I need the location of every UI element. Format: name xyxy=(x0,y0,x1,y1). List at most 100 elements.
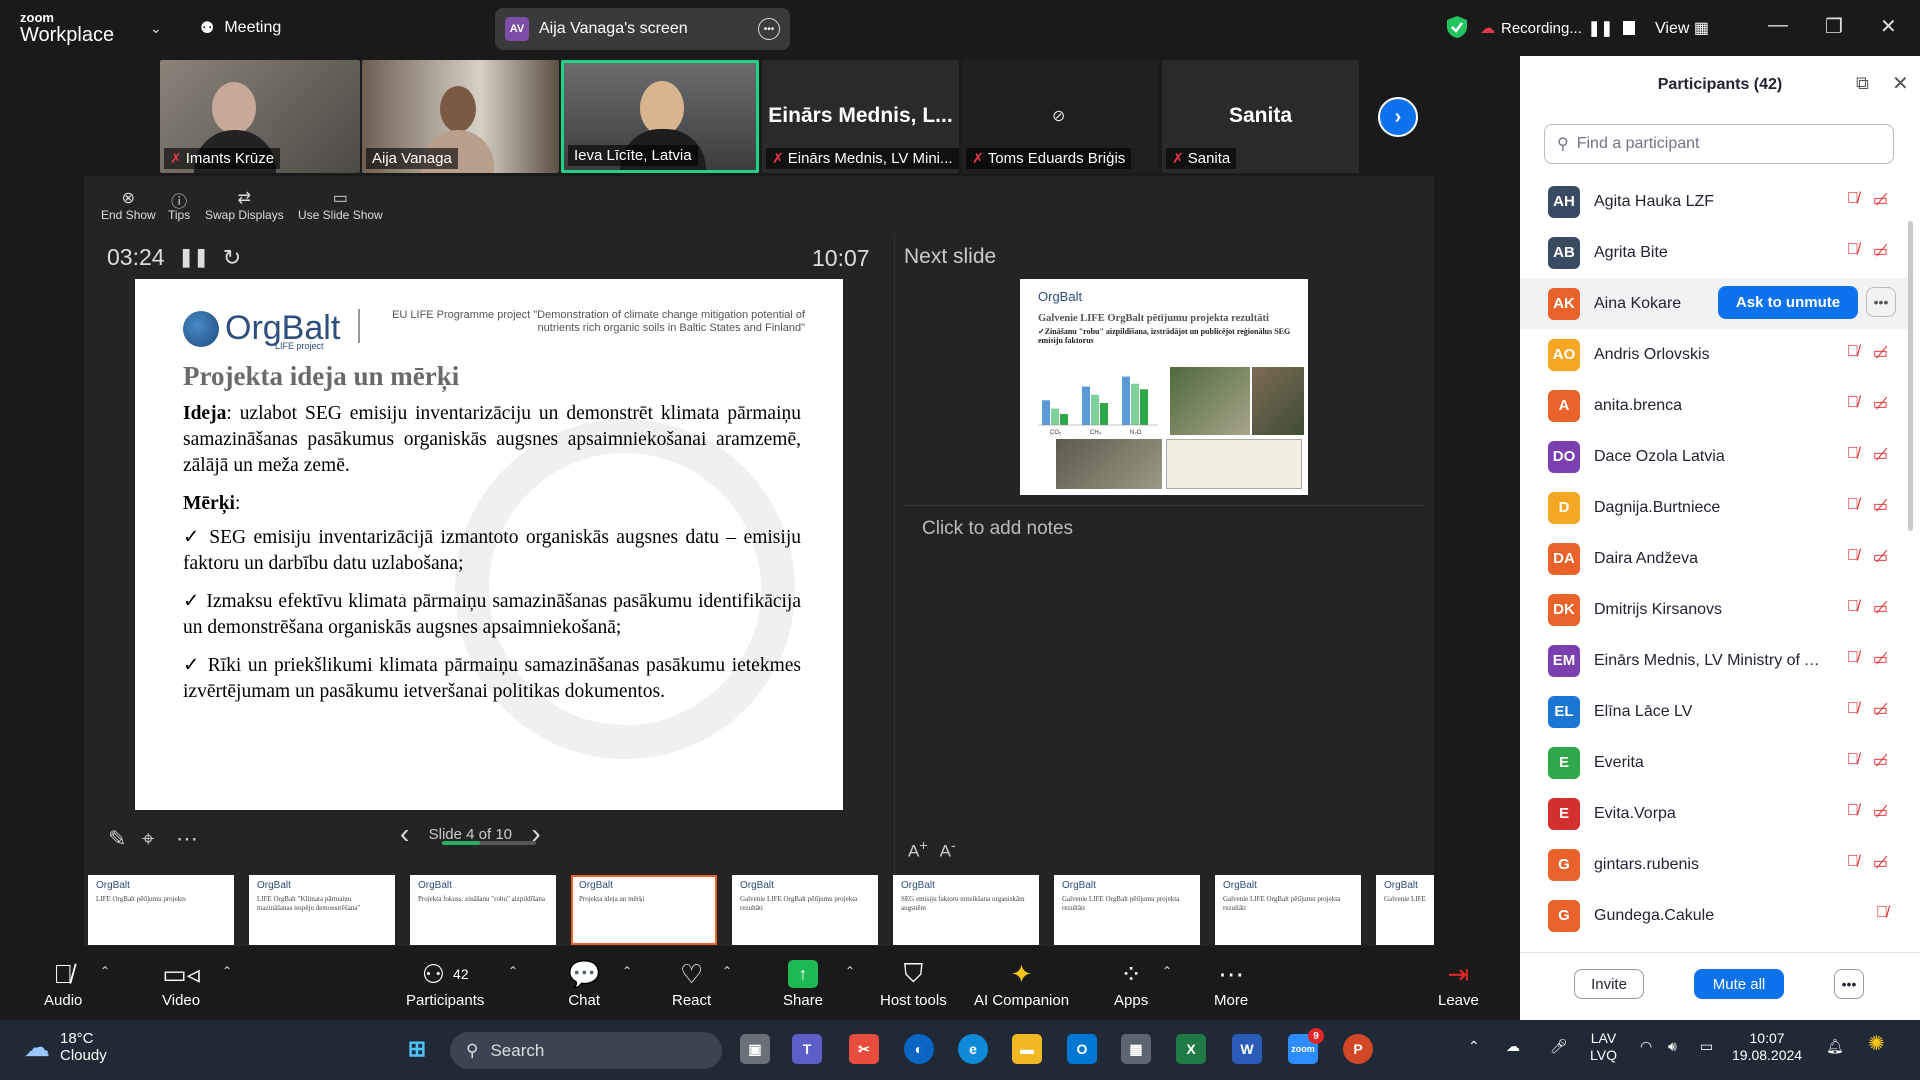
ask-to-unmute-button[interactable]: Ask to unmute xyxy=(1718,286,1858,319)
chevron-up-icon[interactable]: ⌃ xyxy=(622,964,632,978)
language-indicator[interactable]: LAV LVQ xyxy=(1590,1030,1617,1064)
pointer-icon[interactable]: ⌖ xyxy=(142,826,154,852)
participants-button[interactable]: ⚇ 42 Participants xyxy=(406,956,484,1010)
participant-row[interactable]: Ggintars.rubenis 🎙̸ ▭̸ xyxy=(1520,839,1912,890)
react-button[interactable]: ♡ React xyxy=(672,956,711,1010)
video-button[interactable]: ▭◃ Video xyxy=(162,956,200,1010)
cloud-icon[interactable]: ☁ xyxy=(1506,1038,1520,1055)
more-button[interactable]: ⋯ More xyxy=(1214,956,1248,1010)
restore-icon[interactable]: ❐ xyxy=(1825,14,1843,39)
windows-start-icon[interactable]: ⊞ xyxy=(402,1034,432,1064)
close-icon[interactable]: ✕ xyxy=(1880,14,1897,39)
stop-icon[interactable] xyxy=(1623,21,1636,35)
volume-icon[interactable]: 🔊︎ xyxy=(1668,1038,1677,1055)
video-tile[interactable]: Aija Vanaga xyxy=(362,60,559,173)
previous-slide-button[interactable]: ‹ xyxy=(400,818,409,850)
next-slide-preview[interactable]: OrgBalt Galvenie LIFE OrgBalt pētījumu p… xyxy=(1020,279,1308,495)
decrease-font-icon[interactable]: A- xyxy=(940,838,956,862)
participant-row[interactable]: DK Dmitrijs Kirsanovs 🎙̸ ▭̸ xyxy=(1520,584,1912,635)
swap-displays-button[interactable]: ⇄ Swap Displays xyxy=(205,188,284,222)
slide-thumbnail[interactable]: OrgBalt Galvenie LIFE OrgBalt pētījumu pr… xyxy=(1215,875,1361,945)
zoom-app-icon[interactable]: zoom 9 xyxy=(1288,1028,1324,1064)
excel-icon[interactable]: X xyxy=(1176,1034,1206,1064)
more-icon[interactable]: ⋯ xyxy=(176,826,198,852)
file-explorer-icon[interactable]: ▬ xyxy=(1012,1034,1042,1064)
teams-icon[interactable]: T xyxy=(792,1034,822,1064)
chevron-up-icon[interactable]: ⌃ xyxy=(1468,1038,1480,1055)
chevron-up-icon[interactable]: ⌃ xyxy=(845,964,855,978)
host-tools-button[interactable]: ⛉ Host tools xyxy=(880,956,947,1009)
slide-thumbnail[interactable]: OrgBalt SEG emisiju faktoru noteikšana or… xyxy=(893,875,1039,945)
participant-row[interactable]: D Dagnija.Burtniece 🎙̸ ▭̸ xyxy=(1520,482,1912,533)
apps-button[interactable]: ⁘ Apps xyxy=(1114,956,1148,1010)
chevron-up-icon[interactable]: ⌃ xyxy=(508,964,518,978)
meeting-menu[interactable]: ⚉ Meeting xyxy=(200,18,281,38)
app-icon[interactable]: ◐ xyxy=(904,1034,934,1064)
chat-button[interactable]: 💬 Chat xyxy=(568,956,600,1010)
mute-all-button[interactable]: Mute all xyxy=(1694,969,1784,999)
leave-button[interactable]: ⇥ Leave xyxy=(1438,956,1479,1010)
next-slide-button[interactable]: › xyxy=(531,818,540,850)
participant-row[interactable]: DA Daira Andževa 🎙̸ ▭̸ xyxy=(1520,533,1912,584)
video-tile[interactable]: ✗ Imants Krūze xyxy=(160,60,360,173)
participant-search[interactable]: ⚲ Find a participant xyxy=(1544,124,1894,164)
word-icon[interactable]: W xyxy=(1232,1034,1262,1064)
pause-icon[interactable]: ❚❚ xyxy=(1588,19,1613,37)
edge-icon[interactable]: e xyxy=(958,1034,988,1064)
tips-button[interactable]: ⓘ Tips xyxy=(168,188,190,222)
slide-thumbnail[interactable]: OrgBalt LIFE OrgBalt pētījumu projekts xyxy=(88,875,234,945)
chevron-up-icon[interactable]: ⌃ xyxy=(100,964,110,978)
share-button[interactable]: ↑ Share xyxy=(783,956,823,1009)
use-slide-show-button[interactable]: ▭ Use Slide Show xyxy=(298,188,383,222)
pen-icon[interactable]: ✎ xyxy=(108,826,126,852)
participant-row[interactable]: AH Agita Hauka LZF 🎙̸ ▭̸ xyxy=(1520,176,1912,227)
increase-font-icon[interactable]: A+ xyxy=(908,838,928,862)
clock[interactable]: 10:07 19.08.2024 xyxy=(1732,1030,1802,1064)
chevron-up-icon[interactable]: ⌃ xyxy=(222,964,232,978)
minimize-icon[interactable]: — xyxy=(1768,14,1788,37)
more-icon[interactable]: ••• xyxy=(1866,287,1896,317)
calculator-icon[interactable]: ▦ xyxy=(1121,1034,1151,1064)
slide-thumbnail[interactable]: OrgBalt Galvenie LIFE OrgBalt pētījumu pr… xyxy=(732,875,878,945)
more-button[interactable]: ••• xyxy=(1834,969,1864,999)
task-view-icon[interactable]: ▣ xyxy=(740,1034,770,1064)
participant-row[interactable]: G Gundega.Cakule 🎙̸ xyxy=(1520,890,1912,936)
slide-thumbnail[interactable]: OrgBalt Galvenie LIFE xyxy=(1376,875,1434,945)
participant-row[interactable]: E Evita.Vorpa 🎙̸ ▭̸ xyxy=(1520,788,1912,839)
participant-row[interactable]: AK Aina Kokare Ask to unmute ••• xyxy=(1520,278,1912,329)
slide-thumbnail[interactable]: OrgBalt Galvenie LIFE OrgBalt pētījumu pr… xyxy=(1054,875,1200,945)
slide-thumbnail[interactable]: OrgBalt Projekta fokuss: zināšanu "robu" … xyxy=(410,875,556,945)
shield-icon[interactable] xyxy=(1446,15,1468,39)
copilot-icon[interactable]: ✺ xyxy=(1868,1034,1885,1054)
end-show-button[interactable]: ⊗ End Show xyxy=(101,188,156,222)
slide-thumbnail-selected[interactable]: OrgBalt Projekta ideja un mērķi xyxy=(571,875,717,945)
ai-companion-button[interactable]: ✦ AI Companion xyxy=(974,956,1069,1010)
pop-out-icon[interactable]: ⧉ xyxy=(1856,73,1869,94)
bell-icon[interactable]: 🔔︎ xyxy=(1826,1038,1844,1055)
scrollbar[interactable] xyxy=(1908,221,1913,531)
chevron-up-icon[interactable]: ⌃ xyxy=(1162,964,1172,978)
participant-row[interactable]: DO Dace Ozola Latvia 🎙̸ ▭̸ xyxy=(1520,431,1912,482)
pause-icon[interactable]: ❚❚ xyxy=(179,247,209,268)
battery-icon[interactable]: ▭ xyxy=(1700,1038,1713,1055)
speaker-notes[interactable]: Click to add notes xyxy=(922,518,1073,540)
participant-row[interactable]: E Everita 🎙̸ ▭̸ xyxy=(1520,737,1912,788)
chevron-down-icon[interactable]: ⌄ xyxy=(150,20,162,37)
weather-widget[interactable]: ☁ 18°C Cloudy xyxy=(24,1030,107,1064)
more-icon[interactable]: ••• xyxy=(758,18,780,40)
invite-button[interactable]: Invite xyxy=(1574,969,1644,999)
powerpoint-icon[interactable]: P xyxy=(1343,1034,1373,1064)
audio-button[interactable]: 🎙̸ Audio xyxy=(44,956,82,1010)
taskbar-search[interactable]: ⚲ Search xyxy=(450,1032,722,1069)
video-tile[interactable]: Einārs Mednis, L... ✗ Einārs Mednis, LV M… xyxy=(762,60,959,173)
participant-row[interactable]: AB Agrita Bite 🎙̸ ▭̸ xyxy=(1520,227,1912,278)
video-tile[interactable]: Sanita ✗ Sanita xyxy=(1162,60,1359,173)
snipping-tool-icon[interactable]: ✂ xyxy=(849,1034,879,1064)
reset-icon[interactable]: ↻ xyxy=(223,245,241,271)
recording-indicator[interactable]: ☁ Recording... ❚❚ xyxy=(1480,19,1636,37)
wifi-icon[interactable]: ◠ xyxy=(1640,1038,1652,1055)
video-tile-active-speaker[interactable]: Ieva Līcīte, Latvia xyxy=(561,60,759,173)
participant-row[interactable]: EM Einārs Mednis, LV Ministry of Ag... 🎙̸ ▭… xyxy=(1520,635,1912,686)
chevron-up-icon[interactable]: ⌃ xyxy=(722,964,732,978)
participant-row[interactable]: EL Elīna Lāce LV 🎙̸ ▭̸ xyxy=(1520,686,1912,737)
